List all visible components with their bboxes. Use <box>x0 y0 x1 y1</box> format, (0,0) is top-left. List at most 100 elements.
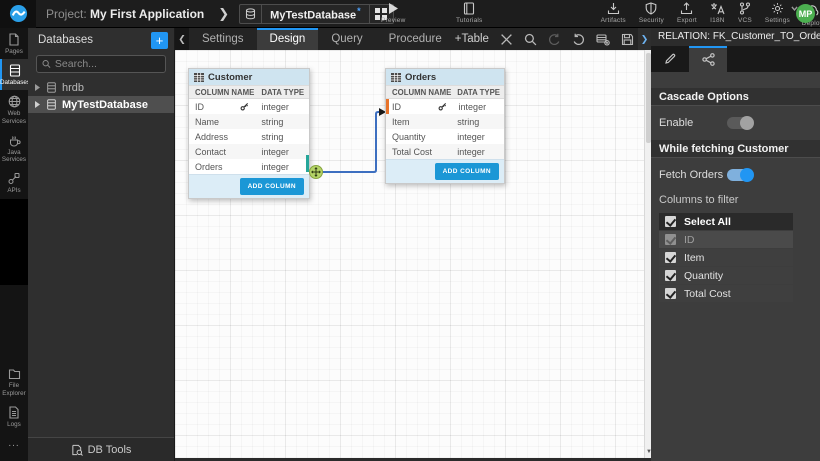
toggle-knob <box>740 168 754 182</box>
filter-option-quantity[interactable]: Quantity <box>659 267 793 284</box>
columns-to-filter-label: Columns to filter <box>659 194 812 206</box>
app-logo[interactable] <box>0 0 36 28</box>
table-row-fk-target[interactable]: ID integer <box>386 99 504 114</box>
rail-item-pages[interactable]: Pages <box>0 28 28 59</box>
database-icon <box>46 82 57 93</box>
design-canvas[interactable]: Customer COLUMN NAME DATA TYPE ID intege… <box>175 50 651 461</box>
fetch-orders-toggle[interactable] <box>727 169 753 181</box>
table-footer: ADD COLUMN <box>386 159 504 183</box>
table-row[interactable]: Orders integer <box>189 159 309 174</box>
rail-item-java-services[interactable]: Java Services <box>0 129 28 167</box>
table-customer[interactable]: Customer COLUMN NAME DATA TYPE ID intege… <box>188 68 310 199</box>
database-search-input[interactable] <box>55 58 160 70</box>
table-row[interactable]: Quantity integer <box>386 129 504 144</box>
save-icon[interactable] <box>621 33 634 46</box>
translate-icon <box>710 2 725 15</box>
add-column-button[interactable]: ADD COLUMN <box>240 178 304 195</box>
tab-settings[interactable]: Settings <box>189 28 257 50</box>
rail-label: APIs <box>7 187 20 194</box>
i18n-button[interactable]: I18N <box>710 2 725 24</box>
close-icon[interactable] <box>500 33 513 46</box>
breadcrumb-chevron-icon: ❯ <box>218 6 229 22</box>
toggle-knob <box>740 116 754 130</box>
table-column-headers: COLUMN NAME DATA TYPE <box>189 85 309 99</box>
rail-label: Web Services <box>0 110 28 124</box>
table-row[interactable]: ID integer <box>189 99 309 114</box>
rail-item-databases[interactable]: Databases <box>0 59 28 90</box>
table-row[interactable]: Contact integer <box>189 144 309 159</box>
canvas-vertical-scrollbar[interactable]: ▼ <box>644 50 651 458</box>
db-tree-item-mytestdatabase[interactable]: MyTestDatabase <box>28 96 174 113</box>
expand-right-icon[interactable]: ❯ <box>638 28 651 50</box>
undo-icon[interactable] <box>548 33 561 46</box>
filter-option-item[interactable]: Item <box>659 249 793 266</box>
filter-option-id[interactable]: ID <box>659 231 793 248</box>
table-row[interactable]: Address string <box>189 129 309 144</box>
artifacts-button[interactable]: Artifacts <box>601 2 626 24</box>
table-orders-header[interactable]: Orders <box>386 69 504 85</box>
filter-option-total-cost[interactable]: Total Cost <box>659 285 793 302</box>
project-label: Project: <box>46 7 87 21</box>
collapse-left-icon[interactable]: ❮ <box>175 28 189 50</box>
folder-icon <box>8 368 21 380</box>
artifacts-label: Artifacts <box>601 17 626 24</box>
security-button[interactable]: Security <box>639 2 664 24</box>
rail-item-file-explorer[interactable]: File Explorer <box>0 363 28 400</box>
table-rows: ID integer Item string Quantity integer … <box>386 99 504 159</box>
tree-expand-icon[interactable] <box>34 84 41 91</box>
tutorials-button[interactable]: Tutorials <box>456 2 482 24</box>
rail-label: File Explorer <box>0 382 28 396</box>
table-row[interactable]: Name string <box>189 114 309 129</box>
db-tree-item-hrdb[interactable]: hrdb <box>28 79 174 96</box>
checkbox-checked[interactable] <box>665 288 676 299</box>
tab-design[interactable]: Design <box>257 28 319 50</box>
data-type: integer <box>453 147 504 157</box>
tab-query[interactable]: Query <box>318 28 375 50</box>
relation-drag-handle[interactable] <box>309 165 323 179</box>
add-table-button[interactable]: +Table <box>455 33 489 45</box>
tab-edit-relation[interactable] <box>651 46 689 72</box>
data-type: integer <box>453 132 504 142</box>
db-scripts-icon[interactable] <box>596 33 610 46</box>
add-column-button[interactable]: ADD COLUMN <box>435 163 499 180</box>
rail-item-apis[interactable]: APIs <box>0 167 28 198</box>
tab-relation-options[interactable] <box>689 46 727 72</box>
search-icon[interactable] <box>524 33 537 46</box>
checkbox-checked[interactable] <box>665 252 676 263</box>
rail-item-web-services[interactable]: Web Services <box>0 90 28 128</box>
add-database-button[interactable]: + <box>151 32 168 49</box>
db-tools-button[interactable]: DB Tools <box>28 437 174 461</box>
tab-procedure[interactable]: Procedure <box>376 28 455 50</box>
rail-bottom-group: File Explorer Logs ... <box>0 363 28 455</box>
checkbox-checked[interactable] <box>665 270 676 281</box>
enable-label: Enable <box>659 117 727 129</box>
vcs-button[interactable]: VCS <box>738 2 752 24</box>
tree-expand-icon[interactable] <box>34 101 41 108</box>
table-customer-header[interactable]: Customer <box>189 69 309 85</box>
export-icon <box>680 2 693 15</box>
db-tools-icon <box>71 444 83 456</box>
table-row[interactable]: Total Cost integer <box>386 144 504 159</box>
data-type: integer <box>257 162 309 172</box>
open-database-tab[interactable]: MyTestDatabase* <box>239 4 394 24</box>
project-name[interactable]: My First Application <box>90 7 204 21</box>
rail-more-button[interactable]: ... <box>0 432 28 455</box>
vcs-label: VCS <box>738 17 752 24</box>
settings-button[interactable]: Settings <box>765 2 790 24</box>
preview-button[interactable]: Preview <box>381 2 406 24</box>
table-orders[interactable]: Orders COLUMN NAME DATA TYPE ID integer … <box>385 68 505 184</box>
search-icon <box>42 59 51 69</box>
redo-icon[interactable] <box>572 33 585 46</box>
rail-item-logs[interactable]: Logs <box>0 401 28 432</box>
rail-label: Logs <box>7 421 21 428</box>
table-row[interactable]: Item string <box>386 114 504 129</box>
rail-label: Pages <box>5 48 23 55</box>
export-button[interactable]: Export <box>677 2 697 24</box>
enable-toggle[interactable] <box>727 117 753 129</box>
checkbox-checked[interactable] <box>665 216 676 227</box>
table-icon <box>391 73 401 82</box>
filter-option-select-all[interactable]: Select All <box>659 213 793 230</box>
user-avatar[interactable]: MP <box>796 4 815 23</box>
filter-option-label: Item <box>684 252 704 264</box>
column-name: Item <box>386 117 453 127</box>
